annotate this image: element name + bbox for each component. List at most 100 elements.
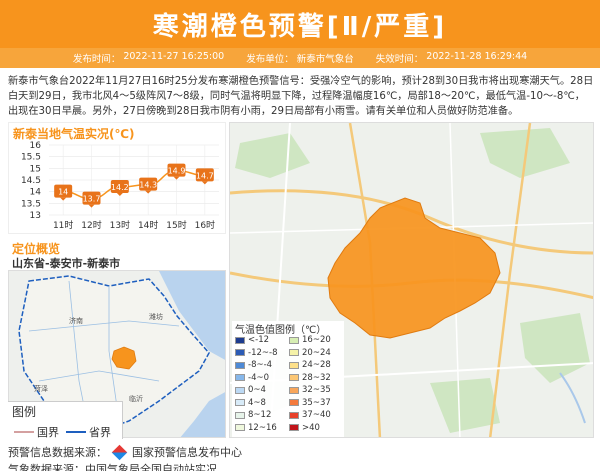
color-legend-item: 32~35 (289, 385, 331, 395)
temperature-chart: 1615.51514.51413.513 11时 12时 13时 14时 15时 16时 … (21, 141, 219, 231)
warning-source: 预警信息数据来源： 国家预警信息发布中心 (8, 444, 242, 460)
color-legend-item: >40 (289, 423, 320, 433)
color-legend-label: 35~37 (302, 397, 331, 408)
color-legend-label: -4~0 (248, 372, 270, 383)
x-tick-label: 13时 (110, 219, 130, 231)
color-legend-item: 37~40 (289, 410, 331, 420)
country-border-legend: 国界 (14, 424, 59, 440)
warning-meta-bar: 发布时间： 2022-11-27 16:25:00 发布单位： 新泰市气象台 失… (0, 48, 600, 68)
data-label-text: 14.9 (168, 167, 186, 176)
data-label-pointer (116, 193, 123, 196)
color-legend-item: 20~24 (289, 348, 331, 358)
color-legend-item: 12~16 (235, 423, 277, 433)
color-swatch (289, 424, 299, 431)
map-label: 临沂 (129, 394, 143, 403)
color-legend-item: <-12 (235, 335, 269, 345)
color-legend-item: 28~32 (289, 373, 331, 383)
color-swatch (289, 374, 299, 381)
data-label-text: 14 (58, 188, 68, 197)
color-legend-item: 4~8 (235, 398, 266, 408)
color-legend-label: 8~12 (248, 410, 272, 420)
color-legend-item: 8~12 (235, 410, 271, 420)
boundary-legend-title: 图例 (12, 405, 37, 419)
map-label: 济南 (69, 316, 83, 325)
data-label-pointer (145, 190, 152, 194)
y-tick-label: 13.5 (21, 199, 41, 209)
color-legend-label: -12~-8 (248, 347, 278, 358)
data-label: 14 (54, 184, 73, 201)
data-label-text: 14.7 (196, 171, 214, 180)
emergency-center-logo-icon (111, 444, 128, 460)
color-swatch (289, 349, 299, 356)
warning-banner: 寒潮橙色预警[Ⅱ/严重] (0, 0, 600, 48)
color-legend-label: >40 (302, 422, 320, 433)
y-tick-label: 13 (30, 211, 41, 221)
color-legend-label: 37~40 (302, 410, 331, 420)
data-label: 14.7 (195, 168, 214, 185)
color-legend-item: 16~20 (289, 335, 331, 345)
location-path: 山东省-泰安市-新泰市 (12, 257, 121, 270)
data-label-pointer (173, 176, 180, 180)
expire-time: 失效时间： 2022-11-28 16:29:44 (375, 51, 528, 65)
color-legend-label: 16~20 (302, 335, 331, 345)
color-legend-item: 24~28 (289, 360, 331, 370)
y-tick-label: 16 (30, 141, 42, 151)
y-tick-label: 15.5 (21, 153, 41, 163)
temperature-color-legend: 气温色值图例（℃） <-12 16~20 -12~-8 20~24 -8~-4 24~28… (232, 321, 344, 437)
color-legend-title: 气温色值图例（℃） (235, 325, 327, 336)
y-tick-label: 15 (30, 164, 41, 174)
y-tick-labels: 16 15.515 14.5 1413.5 13 (21, 141, 41, 221)
data-label-text: 14.3 (139, 181, 157, 190)
data-label: 13.7 (82, 191, 101, 208)
warning-description: 新泰市气象台2022年11月27日16时25分发布寒潮橙色预警信号：受强冷空气的… (8, 76, 594, 117)
color-swatch (289, 361, 299, 369)
weather-data-source: 气象数据来源：中国气象局全国自动站实况 (8, 463, 217, 471)
x-tick-label: 12时 (81, 219, 101, 231)
data-label-pointer (60, 197, 67, 201)
map-label: 潍坊 (149, 312, 163, 321)
boundary-legend: 图例 国界 省界 (8, 401, 123, 439)
color-swatch (289, 336, 299, 344)
publish-time: 发布时间： 2022-11-27 16:25:00 (72, 51, 225, 65)
data-label-text: 13.7 (83, 195, 101, 204)
chart-grid (49, 144, 219, 216)
color-legend-label: 0~4 (248, 385, 266, 395)
color-swatch (289, 411, 299, 419)
province-border-line-icon (66, 431, 86, 433)
color-legend-item: -4~0 (235, 373, 269, 383)
color-legend-label: 24~28 (302, 360, 331, 370)
color-legend-label: 12~16 (248, 422, 277, 433)
x-tick-label: 14时 (138, 219, 158, 231)
data-label-text: 14.2 (111, 183, 129, 192)
warning-title: 寒潮橙色预警[Ⅱ/严重] (152, 11, 448, 42)
x-tick-labels: 11时 12时 13时 14时 15时 16时 (53, 219, 215, 231)
data-label-pointer (88, 204, 95, 208)
x-tick-label: 16时 (195, 219, 215, 231)
color-legend-label: 32~35 (302, 385, 331, 395)
y-tick-label: 14.5 (21, 176, 41, 186)
color-legend-item: -12~-8 (235, 348, 277, 358)
country-border-line-icon (14, 431, 34, 433)
color-swatch (289, 386, 299, 394)
color-swatch (235, 374, 245, 381)
x-tick-label: 15时 (166, 219, 186, 231)
color-legend-label: <-12 (248, 335, 270, 345)
color-swatch (235, 424, 245, 431)
color-swatch (235, 399, 245, 406)
publisher: 发布单位： 新泰市气象台 (246, 54, 354, 65)
color-swatch (235, 411, 245, 419)
data-label: 14.3 (139, 177, 158, 194)
color-legend-item: 35~37 (289, 398, 331, 408)
data-label-pointer (201, 181, 208, 185)
temperature-panel: 新泰当地气温实况(℃) 16 15.5 15 14.5 14 13.5 13 11时 12时 1… (8, 122, 226, 234)
color-swatch (235, 336, 245, 344)
color-legend-label: -8~-4 (248, 360, 273, 370)
map-label: 菏泽 (34, 384, 48, 393)
color-legend-item: -8~-4 (235, 360, 272, 370)
province-border-legend: 省界 (66, 424, 111, 440)
y-tick-label: 14 (30, 188, 42, 198)
color-legend-label: 4~8 (248, 397, 266, 408)
color-swatch (235, 361, 245, 369)
x-tick-label: 11时 (53, 219, 73, 231)
color-legend-label: 20~24 (302, 347, 331, 358)
